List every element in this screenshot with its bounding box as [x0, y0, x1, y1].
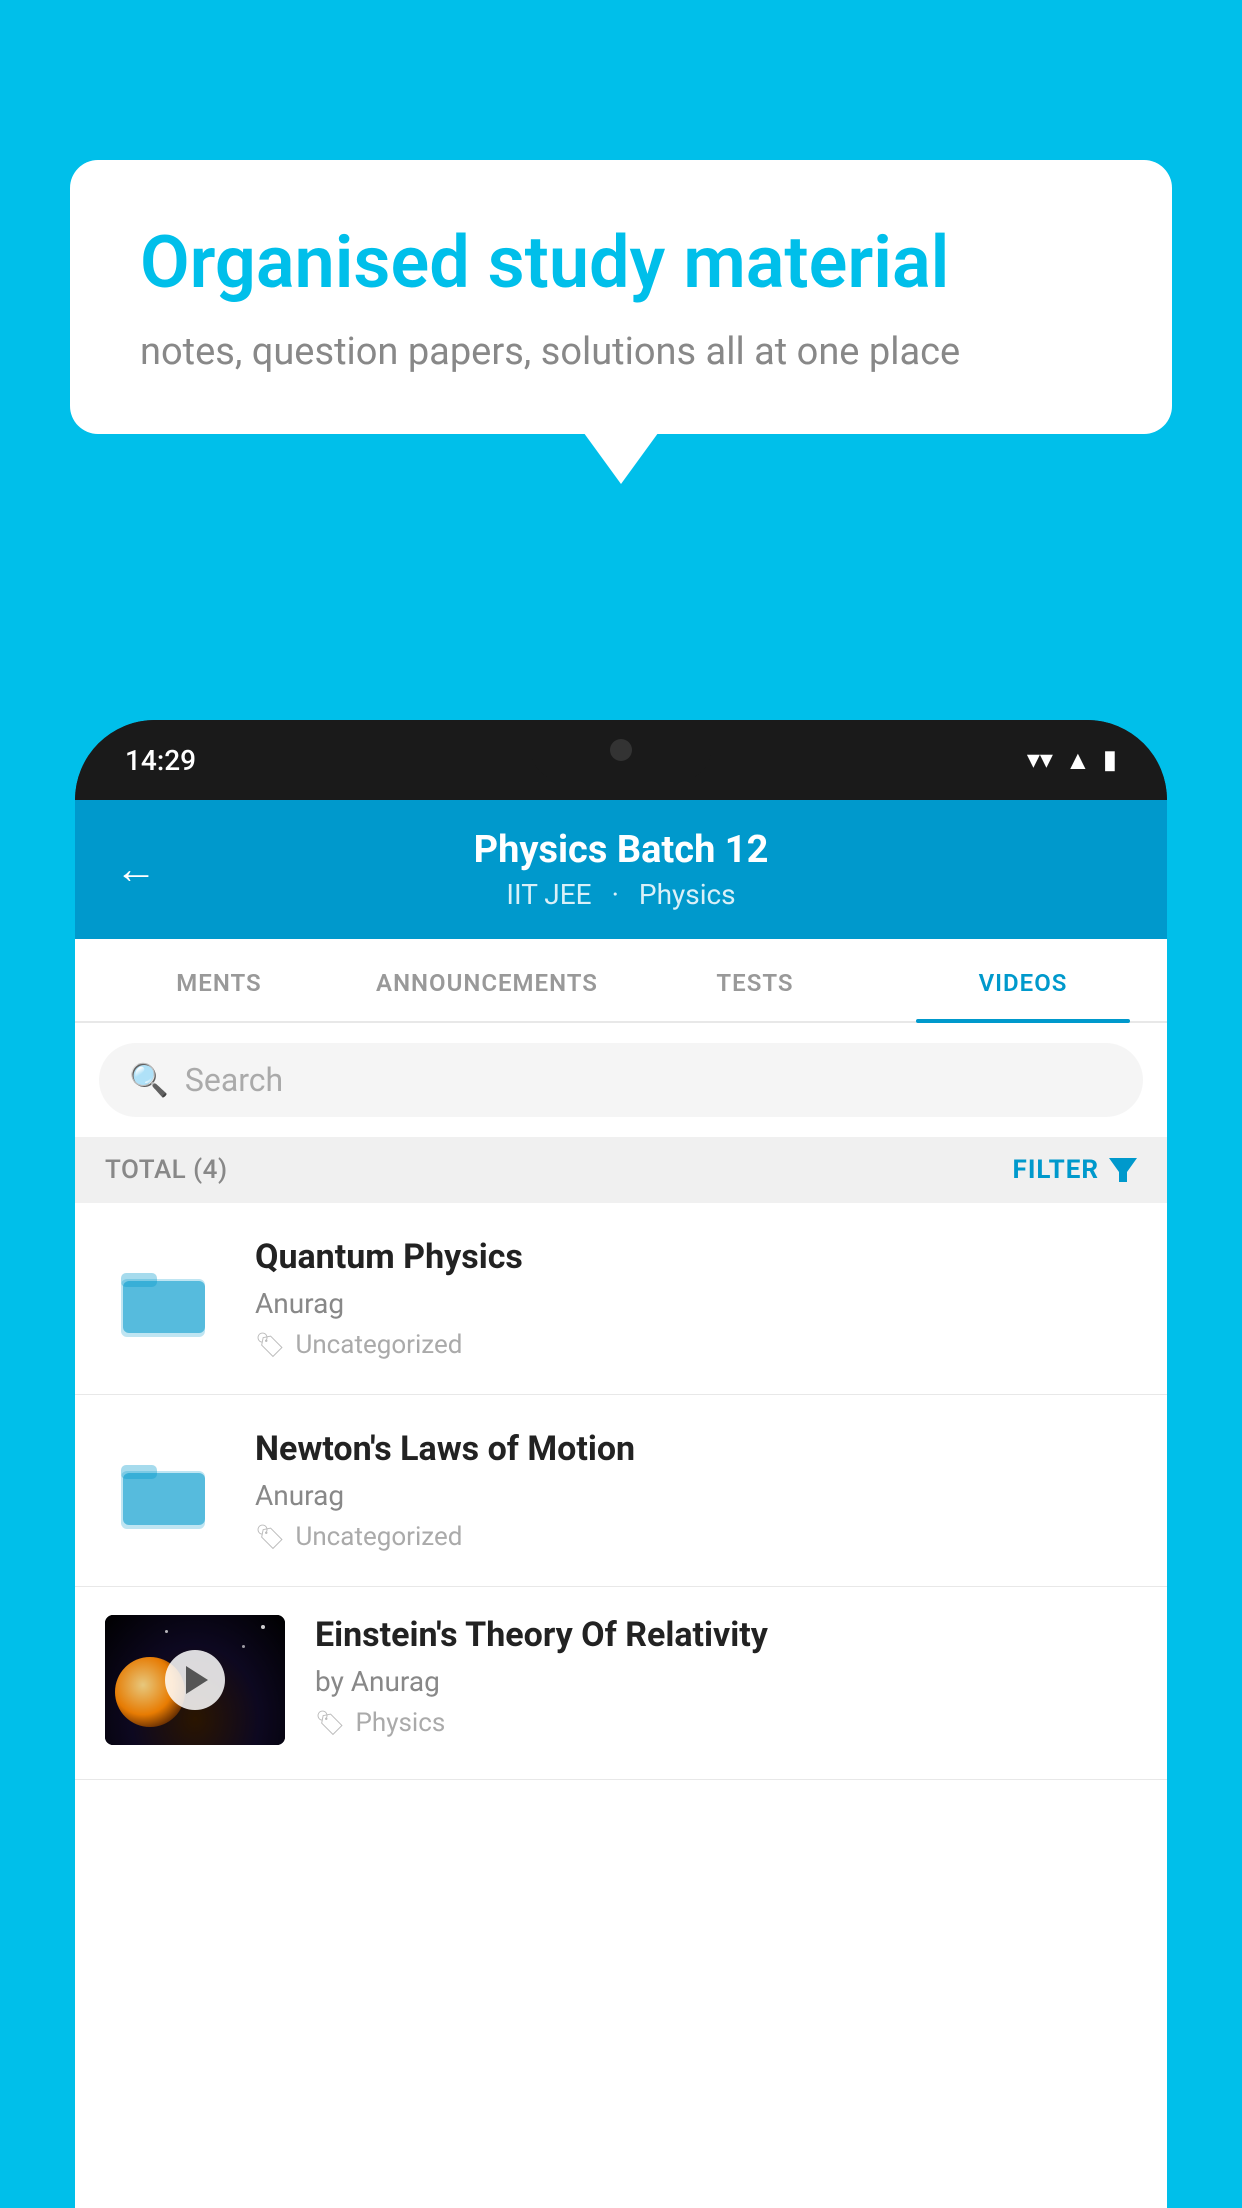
wifi-icon: ▾▾ [1027, 745, 1053, 775]
list-item[interactable]: Newton's Laws of Motion Anurag 🏷 Uncateg… [75, 1395, 1167, 1587]
list-item[interactable]: Einstein's Theory Of Relativity by Anura… [75, 1587, 1167, 1780]
signal-icon: ▲ [1065, 745, 1091, 776]
search-icon: 🔍 [129, 1061, 169, 1099]
video-title: Quantum Physics [255, 1237, 1137, 1277]
filter-row: TOTAL (4) FILTER [75, 1137, 1167, 1203]
tag-icon: 🏷 [315, 1709, 345, 1737]
tag-icon: 🏷 [255, 1523, 285, 1551]
header-subtitle-sep: · [612, 878, 619, 911]
tag-label: Physics [355, 1708, 445, 1738]
search-placeholder: Search [185, 1061, 283, 1099]
tab-ments[interactable]: MENTS [85, 939, 353, 1021]
tag-icon: 🏷 [255, 1331, 285, 1359]
bubble-subtitle: notes, question papers, solutions all at… [140, 330, 1102, 374]
video-title: Einstein's Theory Of Relativity [315, 1615, 1137, 1655]
status-icons: ▾▾ ▲ ▮ [1027, 745, 1117, 776]
video-info-newton: Newton's Laws of Motion Anurag 🏷 Uncateg… [255, 1429, 1137, 1552]
speech-bubble-container: Organised study material notes, question… [70, 160, 1172, 434]
bubble-title: Organised study material [140, 220, 1102, 306]
search-bar[interactable]: 🔍 Search [99, 1043, 1143, 1117]
battery-icon: ▮ [1103, 745, 1117, 775]
header-subtitle-physics: Physics [639, 878, 736, 911]
header-subtitle-iit: IIT JEE [506, 878, 591, 911]
video-list: Quantum Physics Anurag 🏷 Uncategorized [75, 1203, 1167, 1780]
list-item[interactable]: Quantum Physics Anurag 🏷 Uncategorized [75, 1203, 1167, 1395]
video-tag: 🏷 Uncategorized [255, 1330, 1137, 1360]
video-info-quantum: Quantum Physics Anurag 🏷 Uncategorized [255, 1237, 1137, 1360]
total-label: TOTAL (4) [105, 1155, 228, 1185]
folder-svg-newton [121, 1451, 209, 1531]
video-info-einstein: Einstein's Theory Of Relativity by Anura… [315, 1615, 1137, 1738]
folder-icon-newton [105, 1446, 225, 1536]
video-author: Anurag [255, 1479, 1137, 1512]
video-thumbnail-einstein [105, 1615, 285, 1745]
tag-label: Uncategorized [295, 1522, 462, 1552]
header-text-block: Physics Batch 12 IIT JEE · Physics [474, 828, 769, 911]
app-screen: ← Physics Batch 12 IIT JEE · Physics MEN… [75, 800, 1167, 2208]
video-tag: 🏷 Physics [315, 1708, 1137, 1738]
search-container: 🔍 Search [75, 1023, 1167, 1137]
folder-icon-quantum [105, 1254, 225, 1344]
status-time: 14:29 [125, 744, 196, 777]
folder-svg-quantum [121, 1259, 209, 1339]
back-button[interactable]: ← [115, 845, 157, 894]
status-bar: 14:29 ▾▾ ▲ ▮ [75, 720, 1167, 800]
video-author: Anurag [255, 1287, 1137, 1320]
filter-button[interactable]: FILTER [1013, 1155, 1137, 1185]
video-tag: 🏷 Uncategorized [255, 1522, 1137, 1552]
tab-tests[interactable]: TESTS [621, 939, 889, 1021]
video-author: by Anurag [315, 1665, 1137, 1698]
play-triangle-icon [186, 1666, 208, 1694]
video-title: Newton's Laws of Motion [255, 1429, 1137, 1469]
camera-dot [610, 739, 632, 761]
phone-frame: 14:29 ▾▾ ▲ ▮ ← Physics Batch 12 IIT JEE … [75, 720, 1167, 2208]
tab-announcements[interactable]: ANNOUNCEMENTS [353, 939, 621, 1021]
header-subtitle: IIT JEE · Physics [474, 878, 769, 911]
filter-label: FILTER [1013, 1155, 1099, 1185]
play-button[interactable] [165, 1650, 225, 1710]
tabs-bar: MENTS ANNOUNCEMENTS TESTS VIDEOS [75, 939, 1167, 1023]
app-header: ← Physics Batch 12 IIT JEE · Physics [75, 800, 1167, 939]
tag-label: Uncategorized [295, 1330, 462, 1360]
filter-funnel-icon [1109, 1158, 1137, 1182]
phone-notch [531, 720, 711, 780]
speech-bubble: Organised study material notes, question… [70, 160, 1172, 434]
tab-videos[interactable]: VIDEOS [889, 939, 1157, 1021]
header-title: Physics Batch 12 [474, 828, 769, 872]
